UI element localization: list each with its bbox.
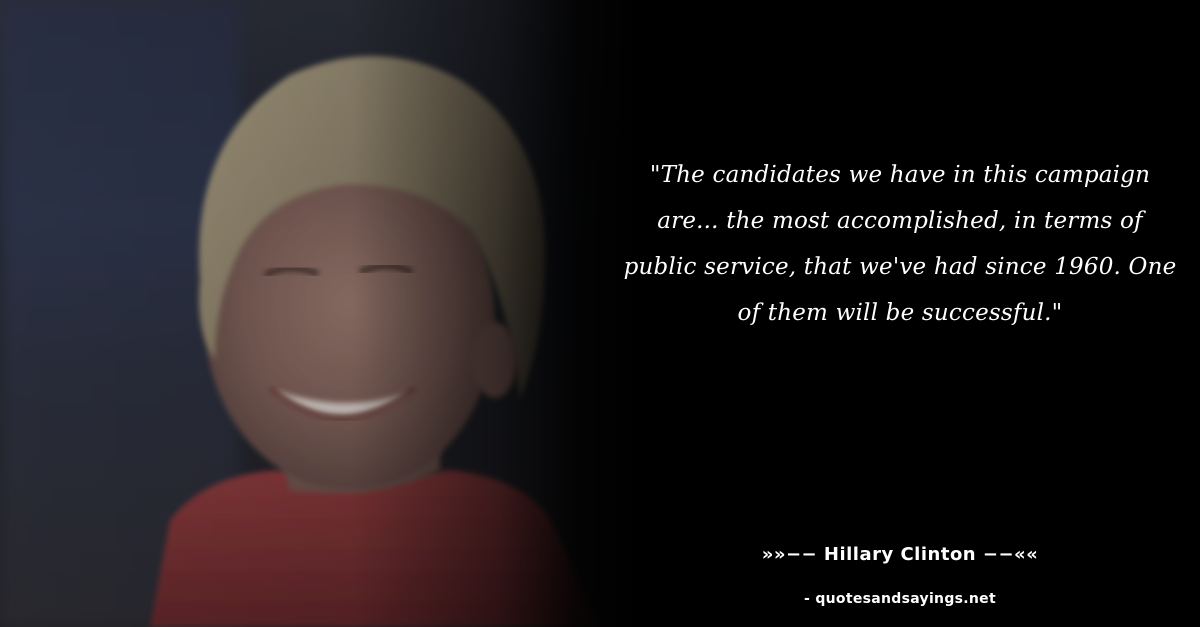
quote-card: "The candidates we have in this campaign…	[0, 0, 1200, 627]
source-watermark: - quotesandsayings.net	[804, 591, 996, 607]
quote-author: »»−− Hillary Clinton −−««	[761, 544, 1039, 565]
portrait-photo	[0, 0, 640, 627]
quote-text: "The candidates we have in this campaign…	[623, 162, 1177, 326]
photo-fade-overlay	[0, 0, 640, 627]
